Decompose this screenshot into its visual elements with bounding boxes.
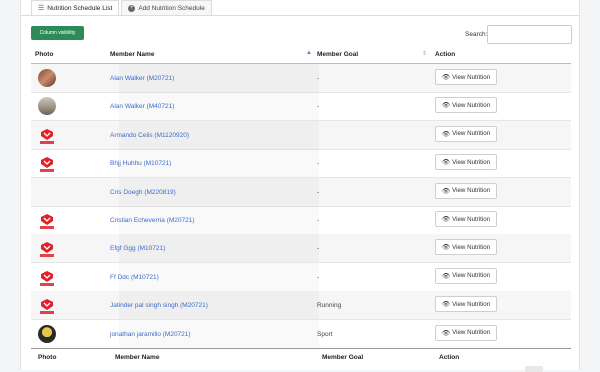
avatar	[38, 97, 56, 116]
member-name-link[interactable]: Cristian Echeverria (M20721)	[110, 217, 195, 224]
member-name-link[interactable]: Bhjj Huhhu (M10721)	[110, 160, 171, 167]
column-visibility-button[interactable]: Column visibility	[31, 26, 84, 40]
member-goal: -	[317, 245, 320, 253]
member-goal: Running	[317, 302, 342, 310]
sort-asc-icon: ▲	[306, 50, 312, 56]
view-nutrition-label: View Nutrition	[452, 73, 491, 81]
view-nutrition-label: View Nutrition	[452, 329, 491, 337]
eye-icon: 👁	[441, 159, 451, 167]
table-row: Cris Doegh (M220819) - 👁 View Nutrition	[31, 177, 571, 207]
eye-icon: 👁	[441, 301, 451, 309]
eye-icon: 👁	[441, 216, 451, 223]
view-nutrition-label: View Nutrition	[452, 272, 491, 280]
view-nutrition-button[interactable]: 👁 View Nutrition	[435, 324, 497, 341]
search-label: Search:	[465, 31, 488, 38]
view-nutrition-label: View Nutrition	[452, 215, 491, 223]
header-photo[interactable]: Photo	[35, 51, 53, 58]
tab-bar: ☰ Nutrition Schedule List + Add Nutritio…	[31, 0, 214, 15]
footer-member-goal: Member Goal	[322, 354, 364, 361]
gym-logo-icon	[37, 211, 57, 231]
gym-logo-icon	[37, 154, 57, 174]
sort-icon: ⇕	[422, 51, 428, 57]
table-row: Ff Ddc (M10721) - 👁 View Nutrition	[31, 263, 571, 292]
table-row: Alan Walker (M20721) - 👁 View Nutrition	[31, 64, 571, 93]
eye-icon: 👁	[441, 272, 451, 280]
gym-logo-icon	[37, 296, 57, 316]
member-goal: -	[317, 103, 320, 111]
table-row: Armando Celis (M1120920) 👁 View Nutrition	[31, 120, 571, 150]
member-goal: -	[317, 75, 320, 82]
tab-divider	[21, 15, 579, 16]
footer-photo: Photo	[38, 354, 57, 361]
member-name-link[interactable]: Efgf Ggg (M10721)	[110, 245, 165, 252]
view-nutrition-button[interactable]: 👁 View Nutrition	[435, 97, 497, 114]
eye-icon: 👁	[441, 130, 451, 138]
eye-icon: 👁	[441, 74, 451, 81]
plus-circle-icon: +	[128, 4, 136, 12]
footer-divider	[31, 348, 571, 349]
view-nutrition-button[interactable]: 👁 View Nutrition	[435, 69, 497, 85]
footer-action: Action	[439, 354, 460, 361]
tab-add-nutrition-schedule[interactable]: + Add Nutrition Schedule	[121, 0, 212, 15]
pagination[interactable]	[525, 366, 543, 372]
member-goal: Sport	[317, 330, 333, 338]
table-row: Cristian Echeverria (M20721) - 👁 View Nutri…	[31, 206, 571, 235]
table-row: Bhjj Huhhu (M10721) - 👁 View Nutrition	[31, 149, 571, 179]
header-member-goal[interactable]: Member Goal	[317, 51, 358, 58]
eye-icon: 👁	[441, 244, 451, 252]
header-member-name[interactable]: Member Name	[110, 51, 154, 58]
view-nutrition-label: View Nutrition	[452, 300, 491, 308]
avatar	[38, 69, 56, 87]
footer-member-name: Member Name	[115, 354, 160, 361]
avatar	[38, 324, 56, 343]
eye-icon: 👁	[441, 102, 451, 110]
view-nutrition-label: View Nutrition	[452, 101, 491, 109]
view-nutrition-button[interactable]: 👁 View Nutrition	[435, 239, 497, 256]
eye-icon: 👁	[441, 329, 451, 337]
tab-label: Add Nutrition Schedule	[138, 4, 205, 12]
view-nutrition-label: View Nutrition	[452, 158, 491, 166]
view-nutrition-button[interactable]: 👁 View Nutrition	[435, 296, 497, 313]
member-goal: -	[317, 160, 320, 168]
list-icon: ☰	[38, 5, 45, 12]
gym-logo-icon	[37, 239, 57, 259]
view-nutrition-label: View Nutrition	[452, 130, 491, 138]
member-goal: -	[317, 188, 320, 196]
table-row: Jatinder pal singh singh (M20721) Running…	[31, 291, 571, 321]
member-name-link[interactable]: jonathan jaramillo (M20721)	[110, 331, 191, 338]
view-nutrition-button[interactable]: 👁 View Nutrition	[435, 154, 497, 171]
member-name-link[interactable]: Cris Doegh (M220819)	[110, 189, 176, 196]
view-nutrition-button[interactable]: 👁 View Nutrition	[435, 267, 497, 284]
table-row: Alan Walker (M40721) - 👁 View Nutrition	[31, 92, 571, 122]
view-nutrition-label: View Nutrition	[452, 243, 491, 251]
view-nutrition-button[interactable]: 👁 View Nutrition	[435, 211, 497, 227]
tab-label: Nutrition Schedule List	[47, 4, 113, 12]
member-name-link[interactable]: Ff Ddc (M10721)	[110, 274, 159, 281]
header-action[interactable]: Action	[435, 51, 455, 58]
gym-logo-icon	[37, 126, 57, 146]
table-row: jonathan jaramillo (M20721) Sport 👁 View Nu…	[31, 320, 571, 349]
member-goal: -	[317, 217, 320, 224]
table-row: Efgf Ggg (M10721) - 👁 View Nutrition	[31, 234, 571, 264]
view-nutrition-button[interactable]: 👁 View Nutrition	[435, 182, 497, 199]
view-nutrition-label: View Nutrition	[452, 187, 491, 195]
member-name-link[interactable]: Alan Walker (M20721)	[110, 75, 174, 82]
member-name-link[interactable]: Armando Celis (M1120920)	[110, 132, 189, 139]
eye-icon: 👁	[441, 187, 451, 195]
member-name-link[interactable]: Alan Walker (M40721)	[110, 103, 174, 110]
member-name-link[interactable]: Jatinder pal singh singh (M20721)	[110, 302, 208, 309]
search-input[interactable]	[487, 25, 572, 44]
tab-nutrition-schedule-list[interactable]: ☰ Nutrition Schedule List	[31, 0, 120, 15]
view-nutrition-button[interactable]: 👁 View Nutrition	[435, 125, 497, 142]
main-panel: ☰ Nutrition Schedule List + Add Nutritio…	[20, 0, 580, 372]
member-goal: -	[317, 273, 320, 281]
gym-logo-icon	[37, 268, 57, 288]
